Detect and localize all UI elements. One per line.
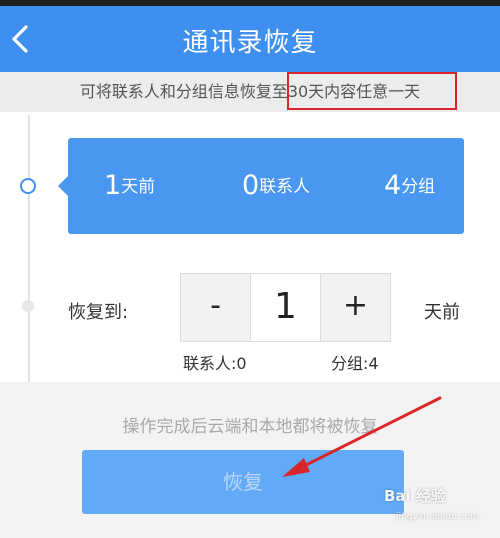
days-value: 1 (274, 286, 297, 327)
contacts-count: 联系人:0 (183, 354, 247, 373)
notice-text: 可将联系人和分组信息恢复至30天内容任意一天 (79, 82, 421, 101)
page-title: 通讯录恢复 (182, 28, 318, 58)
restore-hint: 操作完成后云端和本地都将被恢复 (122, 417, 378, 437)
snapshot-contacts: 0联系人 (242, 170, 310, 201)
title-bar: 通讯录恢复 (0, 6, 500, 72)
days-unit-label: 天前 (424, 302, 460, 323)
card-pointer (58, 176, 68, 196)
restore-button[interactable]: 恢复 (82, 450, 404, 514)
snapshot-card[interactable]: 1天前 0联系人 4分组 (58, 138, 464, 234)
snapshot-groups-unit: 分组 (401, 177, 436, 197)
timeline-line (28, 115, 30, 385)
increment-button[interactable]: + (320, 274, 390, 341)
watermark-url: jingyan.baidu.com (396, 512, 480, 522)
snapshot-days-unit: 天前 (121, 177, 156, 197)
timeline-dot-selected (20, 178, 36, 194)
days-stepper: - 1 + (180, 273, 391, 342)
snapshot-days: 1天前 (104, 170, 155, 201)
snapshot-days-value: 1 (104, 170, 122, 201)
snapshot-groups-value: 4 (384, 170, 402, 201)
watermark-logo: Bai 经验 (384, 487, 446, 505)
restore-to-label: 恢复到: (68, 302, 129, 323)
snapshot-groups: 4分组 (384, 170, 435, 201)
groups-count: 分组:4 (331, 354, 379, 373)
timeline-dot (22, 300, 34, 312)
snapshot-contacts-unit: 联系人 (259, 177, 311, 197)
snapshot-contacts-value: 0 (242, 170, 260, 201)
decrement-button[interactable]: - (181, 274, 251, 341)
notice-banner: 可将联系人和分组信息恢复至30天内容任意一天 (0, 72, 500, 112)
